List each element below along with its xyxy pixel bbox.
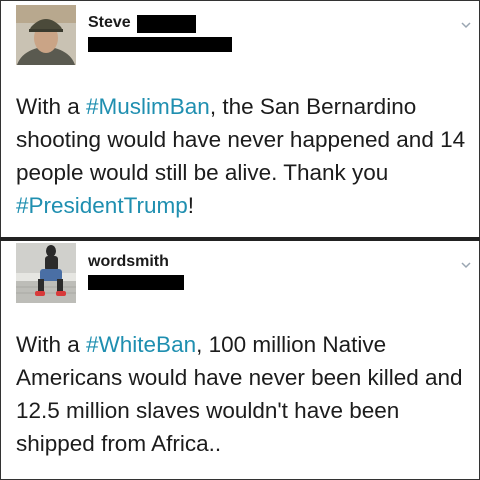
hashtag-link[interactable]: #WhiteBan — [86, 332, 196, 357]
display-name[interactable]: Steve — [88, 14, 131, 32]
redacted-handle-bar — [88, 37, 232, 52]
tweet-card[interactable]: Steve With a #MuslimBan, the San Bernard… — [0, 0, 480, 237]
chevron-down-icon[interactable] — [460, 18, 472, 30]
redacted-name-bar — [137, 15, 196, 33]
tweet-text: With a #MuslimBan, the San Bernardino sh… — [16, 94, 466, 218]
avatar[interactable] — [16, 5, 76, 65]
avatar[interactable] — [16, 243, 76, 303]
tweet-card[interactable]: wordsmith With a #WhiteBan, 100 million … — [0, 241, 480, 480]
hashtag-link[interactable]: #MuslimBan — [86, 94, 210, 119]
hashtag-link[interactable]: #PresidentTrump — [16, 193, 188, 218]
chevron-down-icon[interactable] — [460, 258, 472, 270]
display-name[interactable]: wordsmith — [88, 253, 169, 271]
redacted-handle-bar — [88, 275, 184, 290]
tweet-text: With a #WhiteBan, 100 million Native Ame… — [16, 332, 463, 456]
